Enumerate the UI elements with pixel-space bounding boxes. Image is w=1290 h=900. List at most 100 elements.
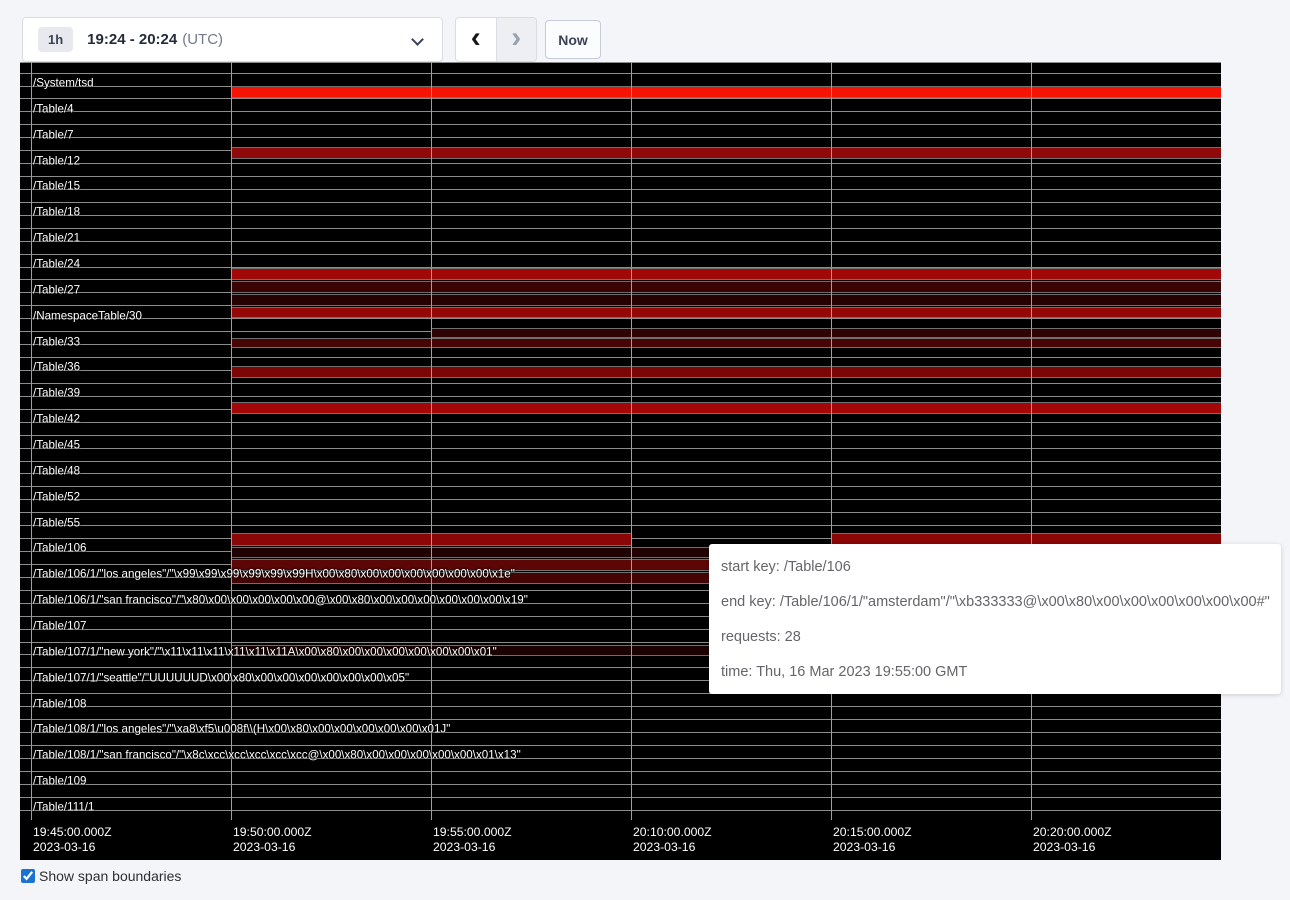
tick-date: 2023-03-16 [33,840,112,855]
span-boundary-line [20,473,1221,474]
span-boundary-line [20,176,1221,177]
key-label: /Table/48 [33,464,80,477]
time-zone-text: (UTC) [182,31,223,48]
span-boundary-line [20,137,1221,138]
key-label: /Table/33 [33,335,80,348]
tooltip-start-key: start key: /Table/106 [721,559,1269,575]
time-tick-label: 20:15:00.000Z2023-03-16 [833,825,912,855]
heat-band[interactable] [231,366,1221,378]
tick-time: 20:20:00.000Z [1033,825,1112,840]
key-label: /Table/108/1/"san francisco"/"\x8c\xcc\x… [33,749,521,762]
span-boundary-line [20,461,1221,462]
key-label: /Table/109 [33,775,87,788]
span-boundary-line [20,228,1221,229]
chevron-right-icon: › [511,23,521,53]
span-boundary-line [20,797,1221,798]
key-label: /Table/52 [33,490,80,503]
span-boundary-line [20,62,1221,63]
span-boundary-line [20,215,1221,216]
footer-controls: Show span boundaries [21,866,181,886]
key-label: /Table/106 [33,542,87,555]
span-boundary-line [20,706,1221,707]
tooltip-time: time: Thu, 16 Mar 2023 19:55:00 GMT [721,664,1269,680]
heat-band[interactable] [231,147,1221,159]
tick-time: 19:55:00.000Z [433,825,512,840]
key-label: /Table/4 [33,102,74,115]
tick-date: 2023-03-16 [833,840,912,855]
heat-band[interactable] [231,402,1221,414]
span-boundary-line [20,254,1221,255]
span-boundary-line [20,357,1221,358]
key-label: /Table/18 [33,206,80,219]
span-boundary-line [20,448,1221,449]
heat-band[interactable] [231,307,1221,318]
tick-time: 20:15:00.000Z [833,825,912,840]
span-boundary-line [20,810,1221,811]
now-button[interactable]: Now [545,20,601,59]
time-range-text: 19:24 - 20:24 [87,31,177,48]
heat-band[interactable] [231,338,1221,348]
key-label: /System/tsd [33,77,94,90]
tick-time: 19:50:00.000Z [233,825,312,840]
span-boundary-line [20,163,1221,164]
key-label: /Table/27 [33,283,80,296]
time-gridline [231,62,232,826]
key-label: /Table/39 [33,387,80,400]
span-boundary-line [20,784,1221,785]
time-preset-badge: 1h [38,27,73,52]
chevron-down-icon [411,33,424,46]
span-boundary-line [20,745,1221,746]
time-gridline [831,62,832,826]
span-boundary-line [20,422,1221,423]
key-label: /Table/12 [33,154,80,167]
time-gridline [31,62,32,826]
show-span-boundaries-checkbox[interactable] [21,869,35,883]
span-boundary-line [20,111,1221,112]
span-boundary-line [20,318,1221,319]
time-tick-label: 20:10:00.000Z2023-03-16 [633,825,712,855]
key-label: /Table/24 [33,258,80,271]
tooltip-requests: requests: 28 [721,629,1269,645]
prev-time-button[interactable]: ‹ [456,18,496,61]
span-boundary-line [20,525,1221,526]
heat-band[interactable] [231,268,1221,280]
time-gridline [431,62,432,826]
tick-date: 2023-03-16 [433,840,512,855]
chevron-left-icon: ‹ [471,23,481,53]
heat-band[interactable] [231,294,1221,306]
key-visualizer-heatmap[interactable]: 19:45:00.000Z2023-03-1619:50:00.000Z2023… [20,62,1221,860]
time-gridline [631,62,632,826]
key-label: /Table/36 [33,361,80,374]
key-label: /Table/107/1/"new york"/"\x11\x11\x11\x1… [33,645,497,658]
tick-date: 2023-03-16 [233,840,312,855]
tick-time: 20:10:00.000Z [633,825,712,840]
time-nav-group: ‹ › [455,17,537,62]
key-label: /Table/106/1/"los angeles"/"\x99\x99\x99… [33,568,515,581]
span-boundary-line [20,73,1221,74]
next-time-button-disabled[interactable]: › [496,18,537,61]
span-boundary-line [20,771,1221,772]
span-boundary-line [20,124,1221,125]
key-label: /Table/45 [33,439,80,452]
time-gridline [1031,62,1032,826]
key-label: /Table/106/1/"san francisco"/"\x80\x00\x… [33,594,528,607]
tooltip-end-key: end key: /Table/106/1/"amsterdam"/"\xb33… [721,594,1269,610]
span-boundary-line [20,435,1221,436]
key-label: /Table/108/1/"los angeles"/"\xa8\xf5\u00… [33,723,450,736]
span-boundary-line [20,98,1221,99]
time-range-selector[interactable]: 1h 19:24 - 20:24 (UTC) [22,17,443,62]
key-label: /Table/7 [33,128,74,141]
span-boundary-line [20,202,1221,203]
key-label: /Table/55 [33,516,80,529]
key-label: /NamespaceTable/30 [33,309,142,322]
heat-band[interactable] [431,328,1221,338]
span-boundary-line [20,719,1221,720]
key-label: /Table/108 [33,697,87,710]
span-boundary-line [20,383,1221,384]
time-tick-label: 19:55:00.000Z2023-03-16 [433,825,512,855]
heat-band[interactable] [231,86,1221,98]
span-boundary-line [20,189,1221,190]
span-boundary-line [20,512,1221,513]
heat-band[interactable] [231,281,1221,293]
tick-date: 2023-03-16 [1033,840,1112,855]
